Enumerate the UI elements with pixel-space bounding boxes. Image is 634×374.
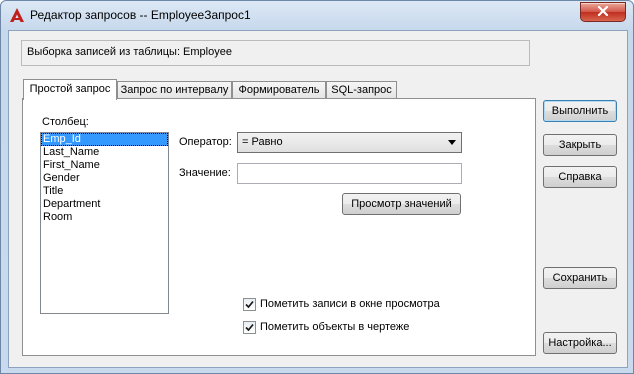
highlight-records-label: Пометить записи в окне просмотра	[260, 298, 440, 310]
close-icon	[597, 5, 609, 19]
tab-simple-query[interactable]: Простой запрос	[23, 79, 117, 100]
help-button[interactable]: Справка	[543, 166, 617, 188]
close-button[interactable]: Закрыть	[543, 134, 617, 156]
column-item-room[interactable]: Room	[41, 211, 168, 224]
tab-builder[interactable]: Формирователь	[232, 81, 326, 99]
value-label: Значение:	[179, 167, 231, 179]
value-input[interactable]	[237, 163, 462, 184]
operator-label: Оператор:	[179, 136, 232, 148]
checkmark-icon	[245, 300, 254, 309]
dialog-client-area: Выборка записей из таблицы: Employee Про…	[8, 30, 628, 368]
highlight-objects-checkbox[interactable]	[243, 321, 256, 334]
operator-select[interactable]: = Равно	[237, 132, 462, 153]
column-item-last-name[interactable]: Last_Name	[41, 146, 168, 159]
operator-value: = Равно	[242, 136, 283, 148]
column-item-emp-id[interactable]: Emp_Id	[41, 133, 168, 146]
column-item-title[interactable]: Title	[41, 185, 168, 198]
dropdown-arrow-icon	[447, 137, 457, 147]
execute-button[interactable]: Выполнить	[543, 100, 617, 122]
settings-button[interactable]: Настройка...	[543, 332, 617, 354]
column-label: Столбец:	[42, 116, 89, 128]
table-info-box: Выборка записей из таблицы: Employee	[21, 40, 530, 66]
save-button[interactable]: Сохранить	[543, 267, 617, 289]
column-item-department[interactable]: Department	[41, 198, 168, 211]
highlight-objects-label: Пометить объекты в чертеже	[260, 321, 410, 333]
window-title: Редактор запросов -- EmployeeЗапрос1	[30, 8, 251, 22]
checkmark-icon	[245, 323, 254, 332]
simple-query-panel: Столбец: Emp_Id Last_Name First_Name Gen…	[22, 98, 536, 356]
close-window-button[interactable]	[580, 2, 626, 22]
highlight-records-checkbox[interactable]	[243, 298, 256, 311]
tab-interval-query[interactable]: Запрос по интервалу	[117, 81, 232, 99]
tab-sql-query[interactable]: SQL-запрос	[326, 81, 397, 99]
column-listbox[interactable]: Emp_Id Last_Name First_Name Gender Title…	[40, 132, 169, 314]
query-editor-window: Редактор запросов -- EmployeeЗапрос1 Выб…	[0, 0, 634, 374]
title-bar[interactable]: Редактор запросов -- EmployeeЗапрос1	[1, 1, 633, 29]
column-item-gender[interactable]: Gender	[41, 172, 168, 185]
browse-values-button[interactable]: Просмотр значений	[342, 193, 461, 215]
table-info-text: Выборка записей из таблицы: Employee	[27, 46, 232, 58]
column-item-first-name[interactable]: First_Name	[41, 159, 168, 172]
autocad-app-icon	[9, 7, 25, 23]
